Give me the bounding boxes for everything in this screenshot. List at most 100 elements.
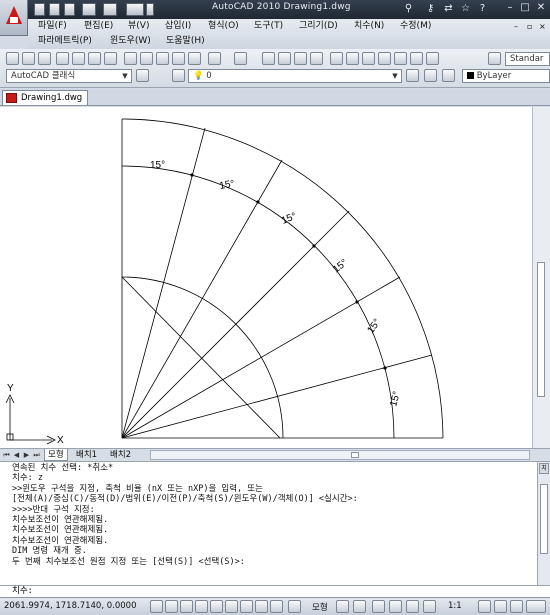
quick-access-dropdown-icon[interactable] (146, 3, 154, 16)
close-button[interactable]: ✕ (534, 2, 548, 15)
tab-layout2[interactable]: 배치2 (107, 449, 134, 461)
layer-state-icon[interactable] (442, 69, 455, 82)
quickcalc-icon[interactable] (410, 52, 423, 65)
design-center-icon[interactable] (346, 52, 359, 65)
new-icon[interactable] (6, 52, 19, 65)
menu-help[interactable]: 도움말(H) (166, 35, 205, 48)
match-properties-icon[interactable] (172, 52, 185, 65)
cut-icon[interactable] (124, 52, 137, 65)
menu-restore-icon[interactable]: ▫ (527, 20, 532, 33)
first-tab-icon[interactable]: ⏮ (2, 450, 11, 460)
save-icon[interactable] (64, 3, 75, 16)
make-current-layer-icon[interactable] (406, 69, 419, 82)
tool-palettes-icon[interactable] (362, 52, 375, 65)
menu-view[interactable]: 뷰(V) (128, 20, 149, 33)
grid-display-icon[interactable] (165, 600, 178, 613)
maximize-button[interactable]: □ (518, 2, 532, 15)
copy-icon[interactable] (140, 52, 153, 65)
scrollbar-thumb[interactable] (540, 484, 548, 554)
layer-previous-icon[interactable] (424, 69, 437, 82)
ortho-mode-icon[interactable] (180, 600, 193, 613)
dynamic-input-icon[interactable] (255, 600, 268, 613)
markup-icon[interactable] (394, 52, 407, 65)
key-icon[interactable]: ⚷ (424, 2, 437, 15)
star-icon[interactable]: ☆ (459, 2, 472, 15)
new-file-icon[interactable] (34, 3, 45, 16)
redo-icon[interactable] (103, 3, 117, 16)
plot-icon[interactable] (126, 3, 144, 16)
quick-view-drawings-icon[interactable] (353, 600, 366, 613)
workspace-switching-icon[interactable] (494, 600, 507, 613)
paste-icon[interactable] (156, 52, 169, 65)
menu-window[interactable]: 윈도우(W) (110, 35, 151, 48)
menu-dimension[interactable]: 치수(N) (354, 20, 384, 33)
next-tab-icon[interactable]: ▶ (22, 450, 31, 460)
menu-insert[interactable]: 삽입(I) (165, 20, 191, 33)
command-scrollbar[interactable]: 치 (537, 462, 550, 585)
open-file-icon[interactable] (49, 3, 60, 16)
undo-icon[interactable] (82, 3, 96, 16)
annotation-visibility-icon[interactable] (478, 600, 491, 613)
prev-tab-icon[interactable]: ◀ (12, 450, 21, 460)
binoculars-icon[interactable]: ⚲ (402, 2, 415, 15)
annotation-scale[interactable]: 1:1 (448, 601, 462, 611)
3d-dwf-icon[interactable] (104, 52, 117, 65)
sheet-set-icon[interactable] (378, 52, 391, 65)
preview-icon[interactable] (72, 52, 85, 65)
menu-format[interactable]: 형식(O) (208, 20, 239, 33)
ducs-icon[interactable] (240, 600, 253, 613)
layer-properties-icon[interactable] (172, 69, 185, 82)
redo-icon[interactable] (234, 52, 247, 65)
block-editor-icon[interactable] (188, 52, 201, 65)
tab-layout1[interactable]: 배치1 (73, 449, 100, 461)
tab-model[interactable]: 모형 (44, 449, 68, 461)
pan-icon[interactable] (372, 600, 385, 613)
plot-icon[interactable] (56, 52, 69, 65)
help-icon[interactable]: ? (476, 2, 489, 15)
menu-close-icon[interactable]: × (539, 20, 546, 33)
app-menu-button[interactable] (0, 0, 28, 36)
last-tab-icon[interactable]: ⏭ (32, 450, 41, 460)
help-icon[interactable] (426, 52, 439, 65)
undo-icon[interactable] (208, 52, 221, 65)
scrollbar-thumb[interactable] (537, 262, 545, 397)
document-tab[interactable]: Drawing1.dwg (2, 90, 88, 105)
menu-minimize-icon[interactable]: – (514, 20, 518, 33)
showmotion-icon[interactable] (423, 600, 436, 613)
object-snap-tracking-icon[interactable] (225, 600, 238, 613)
zoom-icon[interactable] (389, 600, 402, 613)
menu-edit[interactable]: 편집(E) (84, 20, 113, 33)
exchange-icon[interactable]: ⇄ (442, 2, 455, 15)
drawing-canvas[interactable]: 15° 15° 15° 15° 15° 15° Y X (0, 107, 532, 448)
polar-tracking-icon[interactable] (195, 600, 208, 613)
open-icon[interactable] (22, 52, 35, 65)
vertical-scrollbar[interactable] (532, 107, 550, 448)
properties-icon[interactable] (330, 52, 343, 65)
text-style-select[interactable]: Standar (505, 52, 550, 66)
zoom-window-icon[interactable] (294, 52, 307, 65)
text-style-icon[interactable] (488, 52, 501, 65)
zoom-previous-icon[interactable] (310, 52, 323, 65)
clean-screen-icon[interactable] (526, 600, 546, 613)
menu-draw[interactable]: 그리기(D) (299, 20, 338, 33)
lineweight-icon[interactable] (270, 600, 283, 613)
publish-icon[interactable] (88, 52, 101, 65)
scrollbar-thumb[interactable] (351, 452, 359, 458)
menu-file[interactable]: 파일(F) (38, 20, 67, 33)
quick-properties-icon[interactable] (288, 600, 301, 613)
horizontal-scrollbar[interactable] (150, 450, 530, 460)
layer-select[interactable]: 💡 0 ▼ (188, 69, 402, 83)
workspace-select[interactable]: AutoCAD 클래식 ▼ (6, 69, 132, 83)
steering-wheel-icon[interactable] (406, 600, 419, 613)
save-icon[interactable] (38, 52, 51, 65)
minimize-button[interactable]: – (503, 2, 517, 15)
pan-icon[interactable] (262, 52, 275, 65)
command-input[interactable]: 치수: (0, 585, 550, 597)
color-select[interactable]: ByLayer (462, 69, 550, 83)
model-toggle[interactable]: 모형 (312, 601, 328, 613)
menu-parametric[interactable]: 파라메트릭(P) (38, 35, 92, 48)
menu-tools[interactable]: 도구(T) (254, 20, 283, 33)
menu-modify[interactable]: 수정(M) (400, 20, 431, 33)
toolbar-lock-icon[interactable] (510, 600, 523, 613)
workspace-settings-icon[interactable] (136, 69, 149, 82)
